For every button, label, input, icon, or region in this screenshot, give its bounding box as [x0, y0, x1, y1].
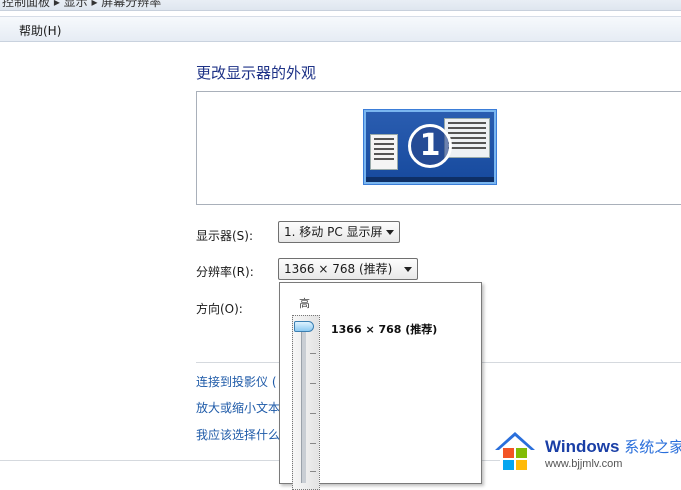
selected-resolution-label: 1366 × 768 (推荐)	[331, 323, 438, 336]
menu-help[interactable]: 帮助(H)	[19, 22, 61, 39]
breadcrumb-bar: 控制面板 ▸ 显示 ▸ 屏幕分辨率	[0, 0, 681, 11]
monitor-window-icon	[370, 134, 398, 170]
slider-high-label: 高	[299, 297, 310, 310]
link-text-size[interactable]: 放大或缩小文本	[196, 399, 280, 416]
resolution-select-value: 1366 × 768 (推荐)	[284, 262, 393, 276]
resolution-slider-track[interactable]	[292, 315, 320, 490]
watermark-brand: Windows 系统之家	[545, 437, 681, 456]
display-select[interactable]: 1. 移动 PC 显示屏	[278, 221, 400, 243]
windows-logo-icon	[495, 432, 535, 470]
slider-tick	[310, 383, 316, 384]
resolution-slider-groove	[301, 323, 306, 483]
page-title: 更改显示器的外观	[196, 64, 317, 82]
breadcrumb[interactable]: 控制面板 ▸ 显示 ▸ 屏幕分辨率	[2, 0, 161, 10]
display-label: 显示器(S):	[196, 229, 254, 243]
menu-bar: 帮助(H)	[0, 16, 681, 42]
slider-tick	[310, 353, 316, 354]
slider-tick	[310, 443, 316, 444]
monitor-taskbar	[366, 177, 494, 182]
monitor-number-badge: 1	[408, 124, 452, 168]
chevron-down-icon	[386, 230, 394, 235]
resolution-select[interactable]: 1366 × 768 (推荐)	[278, 258, 418, 280]
monitor-1-preview[interactable]: 1	[364, 110, 496, 184]
resolution-slider-thumb[interactable]	[294, 321, 314, 332]
link-which-settings[interactable]: 我应该选择什么	[196, 426, 280, 443]
chevron-down-icon	[404, 267, 412, 272]
resolution-dropdown-panel[interactable]: 高 1366 × 768 (推荐)	[279, 282, 482, 490]
slider-tick	[310, 413, 316, 414]
display-select-value: 1. 移动 PC 显示屏	[284, 225, 383, 239]
slider-tick	[310, 471, 316, 472]
orientation-label: 方向(O):	[196, 302, 243, 316]
watermark: Windows 系统之家 www.bjjmlv.com	[493, 430, 681, 475]
link-connect-projector[interactable]: 连接到投影仪 (	[196, 373, 277, 390]
resolution-label: 分辨率(R):	[196, 265, 254, 279]
watermark-url: www.bjjmlv.com	[545, 458, 623, 470]
